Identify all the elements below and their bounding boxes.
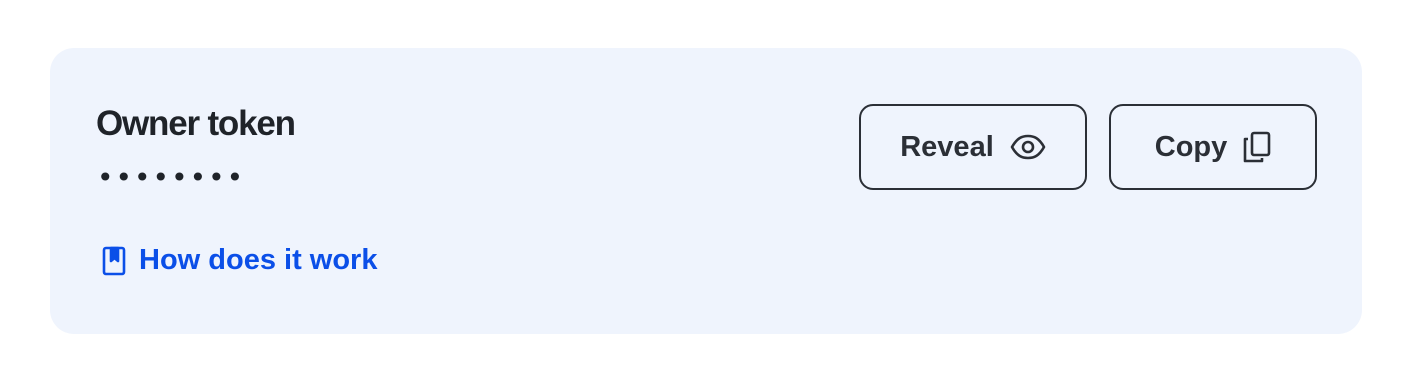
how-does-it-work-link[interactable]: How does it work [102,244,377,277]
masked-token-value: •••••••• [97,161,246,194]
card-title: Owner token [96,104,296,143]
reveal-button[interactable]: Reveal [859,104,1087,190]
copy-button-label: Copy [1154,130,1228,163]
eye-icon [1010,134,1046,160]
copy-icon [1243,131,1271,163]
owner-token-card: Owner token •••••••• Reveal Copy How doe… [50,48,1362,334]
reveal-button-label: Reveal [900,130,994,163]
how-does-it-work-label: How does it work [139,244,378,276]
copy-button[interactable]: Copy [1109,104,1317,190]
book-icon [102,246,126,276]
